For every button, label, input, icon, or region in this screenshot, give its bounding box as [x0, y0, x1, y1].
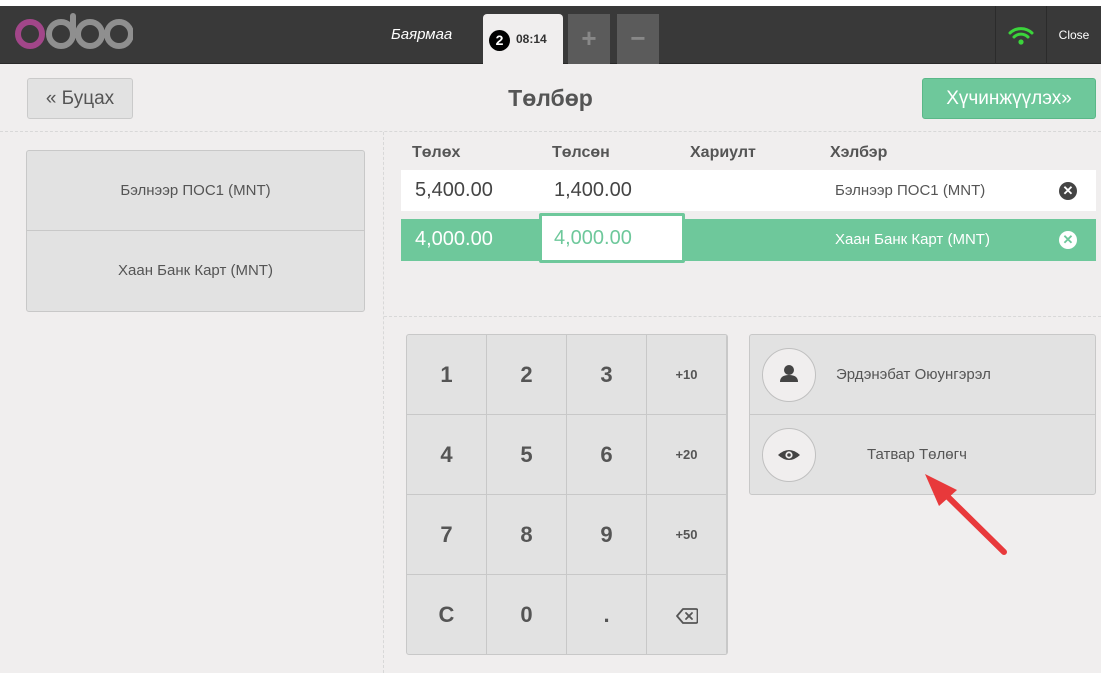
numpad-key-1[interactable]: 1 [407, 335, 487, 415]
column-header-change: Хариулт [690, 144, 756, 161]
customer-name: Эрдэнэбат Оюунгэрэл [836, 366, 991, 383]
payment-method-cash[interactable]: Бэлнээр ПОС1 (MNT) [27, 151, 364, 231]
amount-tendered[interactable]: 1,400.00 [554, 170, 632, 211]
eye-icon [762, 428, 816, 482]
add-order-button[interactable]: + [568, 14, 610, 64]
paymentline-method: Хаан Банк Карт (MNT) [835, 231, 990, 248]
order-tab[interactable]: 2 08:14 [483, 14, 563, 64]
numpad-key-4[interactable]: 4 [407, 415, 487, 495]
numpad-key-6[interactable]: 6 [567, 415, 647, 495]
numpad-key-plus20[interactable]: +20 [647, 415, 727, 495]
validate-button[interactable]: Хүчинжүүлэх» [922, 78, 1096, 119]
divider [384, 316, 1101, 317]
numpad-key-0[interactable]: 0 [487, 575, 567, 654]
remove-order-button[interactable]: − [617, 14, 659, 64]
numpad-key-2[interactable]: 2 [487, 335, 567, 415]
numpad-key-plus10[interactable]: +10 [647, 335, 727, 415]
customer-button[interactable]: Эрдэнэбат Оюунгэрэл [750, 335, 1095, 415]
numpad-key-7[interactable]: 7 [407, 495, 487, 575]
column-header-due: Төлөх [412, 144, 461, 161]
cashier-name[interactable]: Баярмаа [391, 6, 452, 64]
amount-due: 4,000.00 [415, 228, 493, 250]
divider [0, 131, 1101, 132]
paymentline-row-selected[interactable]: 4,000.00 4,000.00 Хаан Банк Карт (MNT) ✕ [401, 213, 1096, 263]
odoo-logo [15, 13, 133, 49]
wifi-icon [1008, 27, 1034, 45]
payment-methods-list: Бэлнээр ПОС1 (MNT) Хаан Банк Карт (MNT) [26, 150, 365, 312]
column-header-tendered: Төлсөн [552, 144, 610, 161]
close-button[interactable]: Close [1047, 6, 1101, 64]
numpad-key-9[interactable]: 9 [567, 495, 647, 575]
times-circle-icon[interactable]: ✕ [1059, 231, 1077, 249]
order-time: 08:14 [516, 32, 547, 46]
divider [383, 132, 384, 673]
amount-due: 5,400.00 [415, 179, 493, 201]
numpad: 1 2 3 +10 4 5 6 +20 7 8 9 +50 C 0 . [406, 334, 728, 655]
payment-method-bank-card[interactable]: Хаан Банк Карт (MNT) [27, 231, 364, 311]
tendered-amount-input[interactable]: 4,000.00 [539, 213, 685, 263]
numpad-key-clear[interactable]: C [407, 575, 487, 654]
numpad-key-5[interactable]: 5 [487, 415, 567, 495]
connection-status[interactable] [996, 6, 1046, 64]
pos-header: Баярмаа 2 08:14 + − Close [0, 6, 1101, 64]
column-header-method: Хэлбэр [830, 144, 888, 161]
numpad-key-dot[interactable]: . [567, 575, 647, 654]
times-circle-icon[interactable]: ✕ [1059, 182, 1077, 200]
paymentline-method: Бэлнээр ПОС1 (MNT) [835, 182, 986, 199]
numpad-key-8[interactable]: 8 [487, 495, 567, 575]
pos-payment-screen: Баярмаа 2 08:14 + − Close « Буцах Төлбөр… [0, 0, 1101, 673]
backspace-icon[interactable] [647, 575, 727, 654]
paymentline-row[interactable]: 5,400.00 1,400.00 Бэлнээр ПОС1 (MNT) ✕ [401, 170, 1096, 211]
back-button[interactable]: « Буцах [27, 78, 133, 119]
annotation-arrow-icon [925, 474, 1007, 555]
user-icon [762, 348, 816, 402]
numpad-key-3[interactable]: 3 [567, 335, 647, 415]
order-number-badge: 2 [489, 30, 510, 51]
numpad-key-plus50[interactable]: +50 [647, 495, 727, 575]
